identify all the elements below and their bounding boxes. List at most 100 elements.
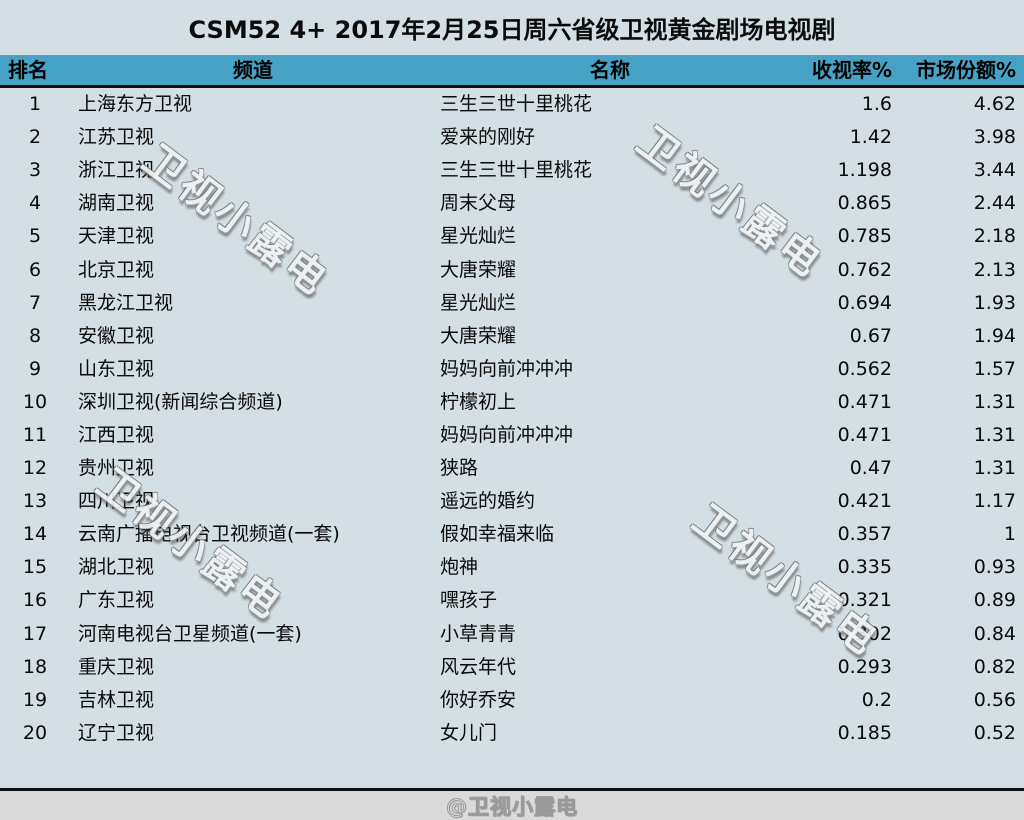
- cell-channel: 黑龙江卫视: [78, 291, 174, 314]
- cell-rating: 0.302: [837, 622, 892, 645]
- table-body: 1 上海东方卫视 三生三世十里桃花 1.6 4.62 2 江苏卫视 爱来的刚好 1.42 3.98…: [0, 88, 1024, 750]
- cell-rank: 14: [22, 523, 48, 546]
- cell-name: 三生三世十里桃花: [440, 159, 593, 182]
- ratings-table-page: CSM52 4+ 2017年2月25日周六省级卫视黄金剧场电视剧 排名 频道 名…: [0, 0, 1024, 820]
- cell-rank: 8: [28, 324, 42, 347]
- cell-rank: 6: [28, 258, 42, 281]
- table-row: 6 北京卫视 大唐荣耀 0.762 2.13: [0, 253, 1024, 287]
- cell-rating: 0.2: [861, 688, 892, 711]
- cell-channel: 云南广播电视台卫视频道(一套): [78, 523, 340, 546]
- cell-rating: 1.6: [861, 93, 892, 116]
- table-row: 18 重庆卫视 风云年代 0.293 0.82: [0, 650, 1024, 684]
- column-header-channel: 频道: [233, 58, 273, 82]
- cell-rank: 9: [28, 357, 42, 380]
- cell-rating: 0.421: [837, 490, 892, 513]
- cell-share: 1.17: [973, 490, 1016, 513]
- cell-rank: 2: [28, 126, 42, 149]
- cell-channel: 湖北卫视: [78, 556, 155, 579]
- cell-rank: 12: [22, 457, 48, 480]
- cell-rating: 0.357: [837, 523, 892, 546]
- cell-share: 3.44: [973, 159, 1016, 182]
- table-row: 20 辽宁卫视 女儿门 0.185 0.52: [0, 716, 1024, 750]
- table-row: 16 广东卫视 嘿孩子 0.321 0.89: [0, 584, 1024, 618]
- table-header-row: 排名 频道 名称 收视率% 市场份额%: [0, 55, 1024, 88]
- cell-rating: 0.762: [837, 258, 892, 281]
- cell-rank: 15: [22, 556, 48, 579]
- cell-name: 炮神: [440, 556, 479, 579]
- cell-channel: 河南电视台卫星频道(一套): [78, 622, 302, 645]
- cell-share: 0.89: [973, 589, 1016, 612]
- cell-share: 3.98: [973, 126, 1016, 149]
- table-row: 9 山东卫视 妈妈向前冲冲冲 0.562 1.57: [0, 352, 1024, 386]
- cell-name: 假如幸福来临: [440, 523, 555, 546]
- cell-name: 妈妈向前冲冲冲: [440, 357, 574, 380]
- cell-name: 小草青青: [440, 622, 517, 645]
- table-row: 11 江西卫视 妈妈向前冲冲冲 0.471 1.31: [0, 418, 1024, 453]
- cell-rank: 20: [22, 721, 48, 744]
- table-row: 12 贵州卫视 狭路 0.47 1.31: [0, 452, 1024, 486]
- cell-rank: 1: [28, 93, 42, 116]
- table-row: 15 湖北卫视 炮神 0.335 0.93: [0, 551, 1024, 585]
- cell-share: 0.56: [973, 688, 1016, 711]
- cell-name: 你好乔安: [440, 688, 517, 711]
- cell-channel: 天津卫视: [78, 225, 155, 248]
- cell-share: 0.82: [973, 655, 1016, 678]
- cell-name: 妈妈向前冲冲冲: [440, 423, 574, 446]
- cell-name: 女儿门: [440, 721, 498, 744]
- table-row: 10 深圳卫视(新闻综合频道) 柠檬初上 0.471 1.31: [0, 385, 1024, 419]
- cell-name: 狭路: [440, 457, 479, 480]
- cell-rating: 0.865: [837, 192, 892, 215]
- cell-name: 星光灿烂: [440, 291, 517, 314]
- cell-rank: 16: [22, 589, 48, 612]
- cell-channel: 湖南卫视: [78, 192, 155, 215]
- cell-rating: 0.562: [837, 357, 892, 380]
- cell-name: 嘿孩子: [440, 589, 498, 612]
- cell-rating: 0.471: [837, 390, 892, 413]
- cell-share: 1.31: [973, 390, 1016, 413]
- cell-share: 1.94: [973, 324, 1016, 347]
- cell-rank: 3: [28, 159, 42, 182]
- cell-channel: 上海东方卫视: [78, 93, 193, 116]
- cell-channel: 辽宁卫视: [78, 721, 155, 744]
- cell-channel: 江西卫视: [78, 423, 155, 446]
- cell-channel: 深圳卫视(新闻综合频道): [78, 390, 283, 413]
- cell-channel: 江苏卫视: [78, 126, 155, 149]
- page-title: CSM52 4+ 2017年2月25日周六省级卫视黄金剧场电视剧: [188, 16, 836, 44]
- cell-share: 1.93: [973, 291, 1016, 314]
- table-row: 13 四川卫视 遥远的婚约 0.421 1.17: [0, 485, 1024, 519]
- cell-channel: 北京卫视: [78, 258, 155, 281]
- footer-bar: @卫视小露电: [0, 788, 1024, 820]
- table-row: 8 安徽卫视 大唐荣耀 0.67 1.94: [0, 319, 1024, 353]
- cell-name: 三生三世十里桃花: [440, 93, 593, 116]
- cell-name: 星光灿烂: [440, 225, 517, 248]
- cell-share: 2.13: [973, 258, 1016, 281]
- cell-share: 1.31: [973, 457, 1016, 480]
- cell-rating: 0.321: [837, 589, 892, 612]
- table-row: 1 上海东方卫视 三生三世十里桃花 1.6 4.62: [0, 88, 1024, 122]
- cell-share: 0.93: [973, 556, 1016, 579]
- cell-rank: 18: [22, 655, 48, 678]
- cell-rank: 11: [22, 423, 48, 446]
- cell-share: 0.52: [973, 721, 1016, 744]
- cell-channel: 吉林卫视: [78, 688, 155, 711]
- table-row: 4 湖南卫视 周末父母 0.865 2.44: [0, 187, 1024, 221]
- cell-name: 风云年代: [440, 655, 517, 678]
- cell-rating: 1.198: [837, 159, 892, 182]
- table-row: 5 天津卫视 星光灿烂 0.785 2.18: [0, 220, 1024, 254]
- column-header-name: 名称: [590, 58, 630, 82]
- table-row: 3 浙江卫视 三生三世十里桃花 1.198 3.44: [0, 154, 1024, 188]
- cell-rank: 4: [28, 192, 42, 215]
- cell-rank: 17: [22, 622, 48, 645]
- cell-channel: 安徽卫视: [78, 324, 155, 347]
- cell-name: 遥远的婚约: [440, 490, 536, 513]
- table-row: 19 吉林卫视 你好乔安 0.2 0.56: [0, 683, 1024, 717]
- cell-rank: 13: [22, 490, 48, 513]
- cell-share: 2.18: [973, 225, 1016, 248]
- table-row: 14 云南广播电视台卫视频道(一套) 假如幸福来临 0.357 1: [0, 518, 1024, 552]
- cell-share: 0.84: [973, 622, 1016, 645]
- title-bar: CSM52 4+ 2017年2月25日周六省级卫视黄金剧场电视剧: [0, 0, 1024, 55]
- cell-rating: 0.67: [849, 324, 892, 347]
- cell-rating: 1.42: [849, 126, 892, 149]
- cell-share: 4.62: [973, 93, 1016, 116]
- cell-rating: 0.185: [837, 721, 892, 744]
